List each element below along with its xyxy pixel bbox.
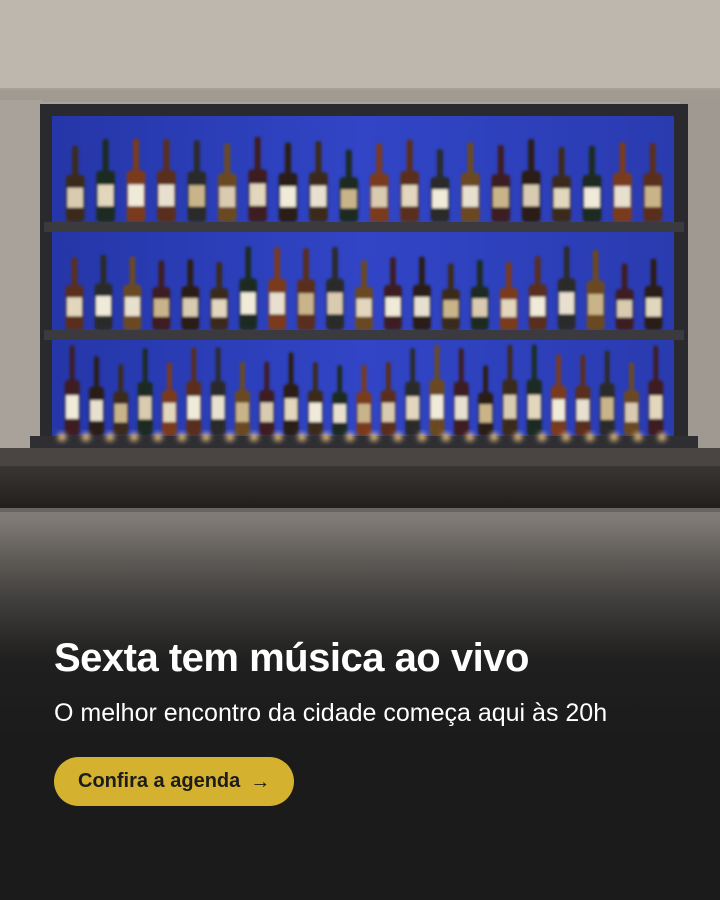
agenda-button[interactable]: Confira a agenda → (54, 757, 295, 806)
promo-headline: Sexta tem música ao vivo (54, 636, 529, 680)
promo-card: Sexta tem música ao vivo O melhor encont… (0, 0, 720, 900)
promo-content: Sexta tem música ao vivo O melhor encont… (54, 630, 674, 806)
arrow-right-icon: → (250, 770, 271, 793)
promo-subtext: O melhor encontro da cidade começa aqui … (54, 699, 608, 727)
agenda-button-label: Confira a agenda (78, 770, 241, 792)
